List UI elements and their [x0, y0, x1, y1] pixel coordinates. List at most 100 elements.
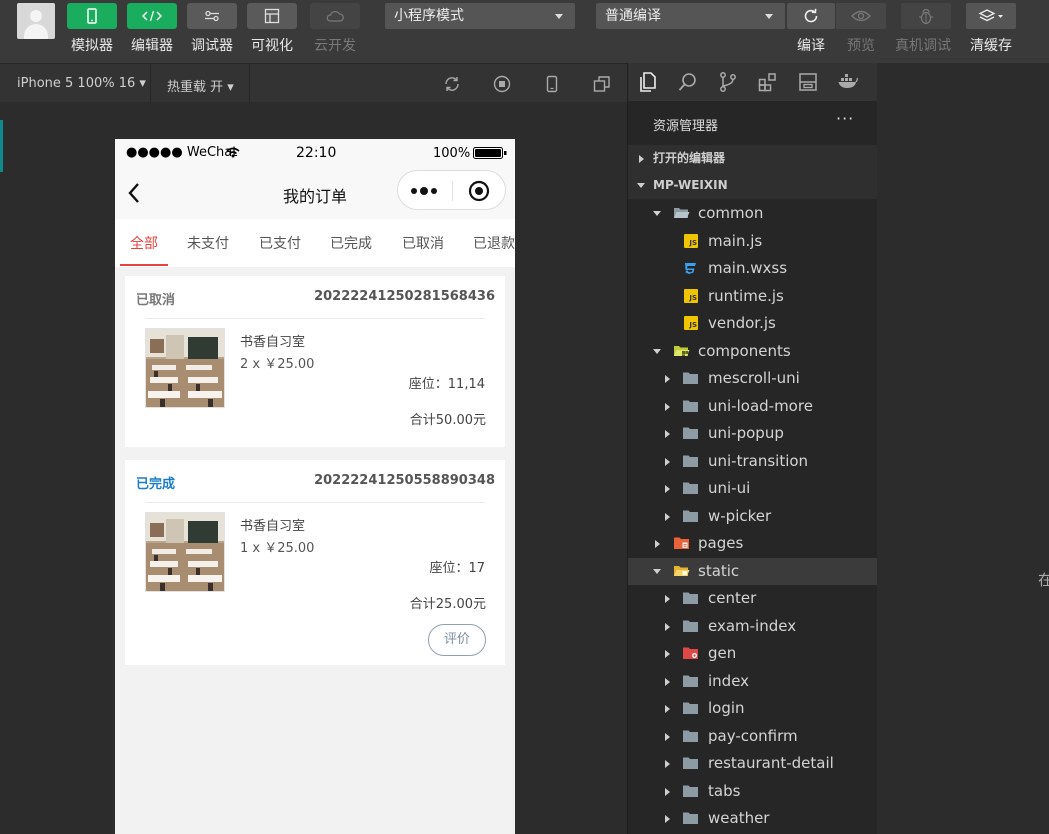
clear-cache-label: 清缓存 [970, 38, 1012, 54]
docker-icon[interactable] [837, 71, 859, 93]
source-control-icon[interactable] [717, 71, 739, 93]
tab-refunded[interactable]: 已退款 [473, 233, 515, 253]
chevron-right-icon [665, 458, 670, 466]
tree-label: main.wxss [708, 259, 788, 277]
order-card[interactable]: 已完成 20222241250558890348 书香自习室 1 x ￥25.0… [125, 460, 505, 665]
extensions-icon[interactable] [757, 71, 779, 93]
cloud-icon [326, 10, 344, 22]
phone-icon [87, 8, 97, 24]
tree-folder-login[interactable]: login [628, 695, 877, 722]
project-section[interactable]: MP-WEIXIN [628, 172, 877, 199]
stop-record-icon[interactable] [493, 75, 511, 93]
chevron-right-icon [665, 403, 670, 411]
clear-cache-button[interactable]: 清缓存 [966, 3, 1016, 55]
files-icon[interactable] [637, 71, 659, 93]
user-avatar[interactable] [17, 3, 55, 39]
compile-select[interactable]: 普通编译 [596, 3, 786, 29]
tree-folder-index[interactable]: index [628, 668, 877, 695]
tree-folder-components[interactable]: components [628, 338, 877, 365]
tree-label: tabs [708, 782, 741, 800]
tree-label: mescroll-uni [708, 369, 800, 387]
folder-icon [683, 427, 698, 439]
debugger-toggle[interactable]: 调试器 [187, 3, 237, 55]
tree-label: weather [708, 809, 770, 827]
chevron-right-icon [639, 155, 644, 163]
device-select[interactable]: iPhone 5 100% 16 ▾ [17, 76, 146, 91]
tree-label: login [708, 699, 745, 717]
folder-icon [683, 372, 698, 384]
tree-folder-uni-load-more[interactable]: uni-load-more [628, 393, 877, 420]
rate-button[interactable]: 评价 [428, 624, 486, 656]
tree-folder-center[interactable]: center [628, 585, 877, 612]
tab-cancelled[interactable]: 已取消 [402, 233, 444, 253]
tree-folder-uni-ui[interactable]: uni-ui [628, 475, 877, 502]
tree-folder-tabs[interactable]: tabs [628, 778, 877, 805]
compile-select-value: 普通编译 [605, 8, 661, 24]
tree-folder-w-picker[interactable]: w-picker [628, 503, 877, 530]
open-editors-section[interactable]: 打开的编辑器 [628, 145, 877, 172]
more-dots-icon[interactable] [410, 187, 438, 195]
chevron-right-icon [665, 815, 670, 823]
product-qty-price: 2 x ￥25.00 [240, 357, 315, 372]
remote-debug-button[interactable]: 真机调试 [895, 3, 951, 55]
editor-label: 编辑器 [131, 38, 173, 54]
simulator-toggle[interactable]: 模拟器 [67, 3, 117, 55]
status-time: 22:10 [296, 145, 337, 161]
tree-label: gen [708, 644, 737, 662]
gen-folder-icon [683, 647, 698, 659]
tree-file-main-wxss[interactable]: main.wxss [628, 255, 877, 282]
tab-unpaid[interactable]: 未支付 [187, 233, 229, 253]
wifi-icon [226, 147, 240, 158]
storage-icon[interactable] [797, 71, 819, 93]
order-number: 20222241250558890348 [314, 473, 495, 488]
chevron-right-icon [665, 650, 670, 658]
preview-label: 预览 [847, 38, 875, 54]
tree-file-runtime-js[interactable]: JS runtime.js [628, 283, 877, 310]
tree-folder-pay-confirm[interactable]: pay-confirm [628, 723, 877, 750]
preview-button[interactable]: 预览 [836, 3, 886, 55]
tree-folder-restaurant-detail[interactable]: restaurant-detail [628, 750, 877, 777]
tree-label: common [698, 204, 764, 222]
js-file-icon: JS [684, 289, 698, 303]
chevron-right-icon [665, 678, 670, 686]
more-actions-icon[interactable]: ··· [836, 109, 854, 128]
rotate-icon[interactable] [443, 75, 461, 93]
tab-all[interactable]: 全部 [130, 233, 158, 253]
mini-program-capsule[interactable] [397, 170, 506, 210]
debug-switch-icon [205, 10, 219, 22]
tree-file-main-js[interactable]: JS main.js [628, 228, 877, 255]
close-capsule-icon[interactable] [468, 180, 490, 202]
search-icon[interactable] [677, 71, 699, 93]
folder-icon [683, 812, 698, 824]
tree-label: uni-load-more [708, 397, 813, 415]
tree-folder-gen[interactable]: gen [628, 640, 877, 667]
chevron-right-icon [665, 733, 670, 741]
compile-button[interactable]: 编译 [787, 3, 835, 55]
visual-toggle[interactable]: 可视化 [247, 3, 297, 55]
order-number: 20222241250281568436 [314, 289, 495, 304]
tree-folder-exam-index[interactable]: exam-index [628, 613, 877, 640]
mode-select[interactable]: 小程序模式 [385, 3, 575, 29]
editor-toggle[interactable]: 编辑器 [127, 3, 177, 55]
hot-reload-select[interactable]: 热重载 开 ▾ [167, 76, 234, 95]
tab-completed[interactable]: 已完成 [330, 233, 372, 253]
folder-icon [683, 785, 698, 797]
detach-window-icon[interactable] [593, 75, 611, 93]
simulator-toolbar: iPhone 5 100% 16 ▾ 热重载 开 ▾ [0, 63, 627, 103]
tree-folder-weather[interactable]: weather [628, 805, 877, 832]
tree-folder-mescroll-uni[interactable]: mescroll-uni [628, 365, 877, 392]
tab-paid[interactable]: 已支付 [259, 233, 301, 253]
tree-folder-common[interactable]: common [628, 200, 877, 227]
tree-file-vendor-js[interactable]: JS vendor.js [628, 310, 877, 337]
debugger-label: 调试器 [191, 38, 233, 54]
device-frame-icon[interactable] [543, 75, 561, 93]
tree-folder-pages[interactable]: pages [628, 530, 877, 557]
order-card[interactable]: 已取消 20222241250281568436 书香自习室 2 x ￥25.0… [125, 276, 505, 447]
cloud-dev-toggle[interactable]: 云开发 [310, 3, 360, 55]
tree-label: main.js [708, 232, 763, 250]
tree-folder-uni-transition[interactable]: uni-transition [628, 448, 877, 475]
tree-folder-static[interactable]: static [628, 558, 877, 585]
js-file-icon: JS [684, 234, 698, 248]
chevron-right-icon [665, 375, 670, 383]
tree-folder-uni-popup[interactable]: uni-popup [628, 420, 877, 447]
